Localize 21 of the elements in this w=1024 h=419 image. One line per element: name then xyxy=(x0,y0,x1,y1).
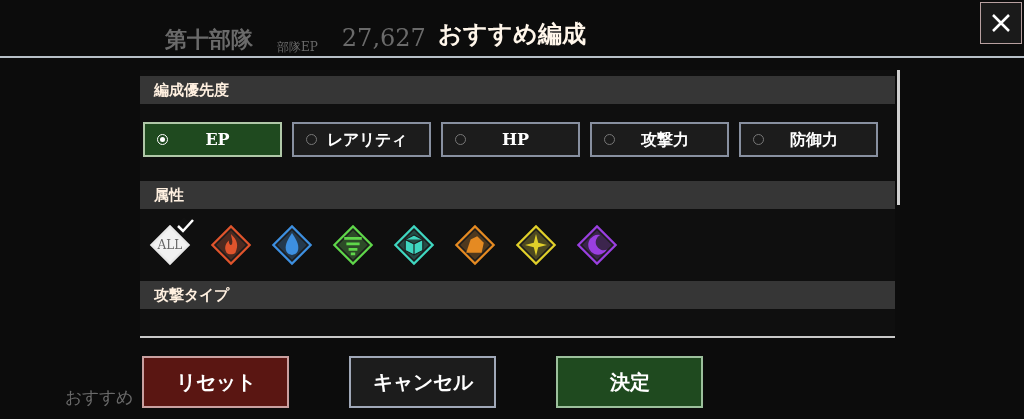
dialog-title: おすすめ編成 xyxy=(438,18,586,50)
scrollbar[interactable] xyxy=(897,70,900,205)
confirm-button[interactable]: 決定 xyxy=(556,356,703,408)
priority-option[interactable]: レアリティ xyxy=(292,122,431,157)
all-element-icon[interactable]: ALL xyxy=(148,223,192,267)
section-header: 編成優先度 xyxy=(140,76,895,104)
team-name: 第十部隊 xyxy=(165,25,253,54)
recommend-label: おすすめ xyxy=(65,386,133,409)
priority-option[interactable]: 防御力 xyxy=(739,122,878,157)
priority-option[interactable]: 攻撃力 xyxy=(590,122,729,157)
priority-option[interactable]: EP xyxy=(143,122,282,157)
reset-button[interactable]: リセット xyxy=(142,356,289,408)
ep-value: 27,627 xyxy=(341,23,426,54)
close-icon xyxy=(990,12,1012,34)
cancel-button[interactable]: キャンセル xyxy=(349,356,496,408)
check-icon xyxy=(174,217,196,235)
close-button[interactable] xyxy=(980,2,1022,44)
section-header: 攻撃タイプ xyxy=(140,281,895,309)
priority-option[interactable]: HP xyxy=(441,122,580,157)
section-header: 属性 xyxy=(140,181,895,209)
ep-label: 部隊EP xyxy=(277,39,318,56)
